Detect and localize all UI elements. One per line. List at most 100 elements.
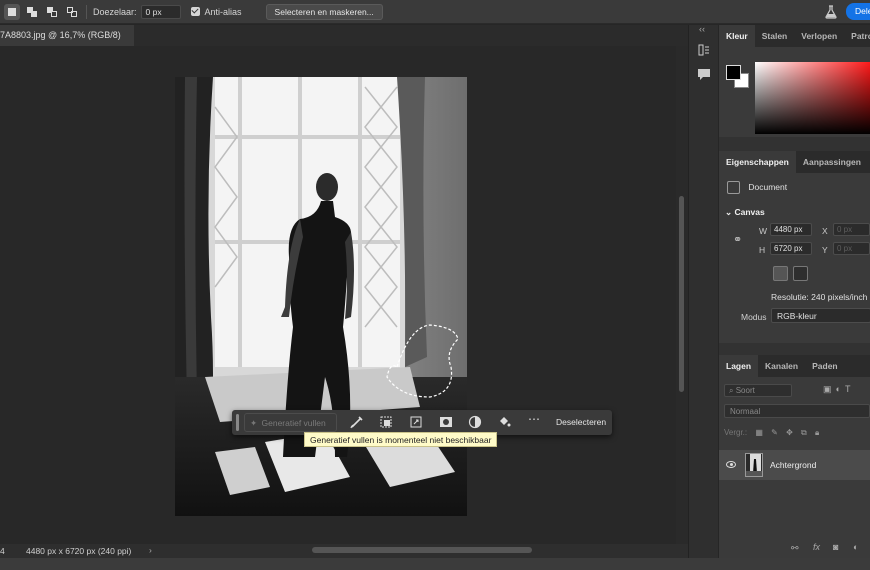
tab-properties[interactable]: Eigenschappen — [719, 151, 796, 173]
layer-filter-select[interactable]: ⌕ Soort — [724, 384, 792, 397]
layer-name[interactable]: Achtergrond — [770, 460, 816, 470]
document-tab-title: 7A8803.jpg @ 16,7% (RGB/8) — [0, 30, 121, 40]
layer-row[interactable]: Achtergrond — [719, 450, 870, 480]
right-panels: Kleur Stalen Verlopen Patro Eigenschappe… — [719, 25, 870, 558]
properties-panel: Document ⌄ Canvas W 4480 px X 0 px ⚭ H 6… — [719, 173, 870, 343]
panel-icon-column: ‹‹ — [688, 24, 718, 558]
link-layers-icon[interactable]: ⚯ — [791, 543, 799, 554]
new-selection-icon[interactable] — [4, 3, 20, 20]
tab-layers[interactable]: Lagen — [719, 355, 759, 377]
intersect-selection-icon[interactable] — [64, 4, 80, 20]
status-bar: 4 4480 px x 6720 px (240 ppi) › — [0, 544, 688, 558]
properties-panel-tabs: Eigenschappen Aanpassingen B — [719, 151, 870, 173]
document-image[interactable] — [175, 77, 467, 516]
new-adjustment-icon[interactable]: ◐ — [853, 542, 858, 552]
fill-bucket-icon[interactable] — [497, 415, 511, 429]
canvas-section-header[interactable]: ⌄ Canvas — [725, 207, 765, 218]
width-label: W — [759, 226, 768, 236]
tab-swatches[interactable]: Stalen — [755, 25, 795, 47]
mode-label: Modus — [741, 312, 767, 322]
zoom-level[interactable]: 4 — [0, 546, 5, 556]
lock-position-icon[interactable]: ✥ — [786, 428, 793, 437]
foreground-color-swatch[interactable] — [726, 65, 741, 80]
document-tab[interactable]: 7A8803.jpg @ 16,7% (RGB/8) — [0, 25, 134, 46]
tab-color[interactable]: Kleur — [719, 25, 755, 47]
flask-icon[interactable] — [825, 5, 837, 19]
x-label: X — [822, 226, 828, 236]
color-picker-field[interactable] — [755, 62, 870, 134]
eye-icon[interactable] — [726, 461, 736, 468]
layer-filter-value: Soort — [735, 386, 755, 395]
lock-label: Vergr.: — [724, 428, 748, 437]
fx-icon[interactable]: fx — [813, 542, 820, 552]
chevron-right-icon[interactable]: › — [149, 545, 152, 555]
layers-footer: ⚯ fx ◙ ◐ — [719, 540, 870, 558]
options-bar: Doezelaar: 0 px Anti-alias Selecteren en… — [0, 0, 870, 24]
sparkle-icon: ✦ — [250, 418, 258, 428]
landscape-orientation-icon[interactable] — [793, 266, 808, 281]
layer-filter-icons[interactable]: ▣◐T — [823, 384, 854, 395]
divider — [86, 4, 87, 19]
collapse-panels-icon[interactable]: ‹‹ — [699, 24, 705, 34]
scrollbar-thumb[interactable] — [312, 547, 532, 553]
mask-icon[interactable] — [439, 415, 453, 429]
add-to-selection-icon[interactable] — [24, 4, 40, 20]
bottom-bar — [0, 558, 870, 570]
tab-paths[interactable]: Paden — [805, 355, 845, 377]
tab-gradients[interactable]: Verlopen — [794, 25, 844, 47]
add-mask-icon[interactable]: ◙ — [833, 542, 838, 552]
photo-illustration — [175, 77, 467, 516]
generative-fill-button[interactable]: ✦ Generatief vullen — [244, 413, 337, 432]
document-tab-bar: 7A8803.jpg @ 16,7% (RGB/8) — [0, 25, 688, 46]
select-and-mask-button[interactable]: Selecteren en maskeren... — [265, 3, 383, 20]
document-row: Document — [727, 181, 787, 194]
generative-fill-label: Generatief vullen — [261, 418, 326, 428]
adjustment-layer-icon[interactable] — [468, 415, 482, 429]
lock-paint-icon[interactable]: ✎ — [771, 428, 778, 437]
more-options-icon[interactable]: ⋯ — [528, 412, 540, 426]
blend-mode-select[interactable]: Normaal — [724, 404, 870, 418]
lock-pixels-icon[interactable]: ▦ — [755, 428, 763, 437]
vertical-scrollbar[interactable] — [676, 46, 688, 544]
layer-thumbnail — [745, 453, 763, 477]
deselect-button[interactable]: Deselecteren — [556, 417, 606, 427]
feather-label: Doezelaar: — [93, 6, 137, 17]
share-button[interactable]: Dele — [846, 3, 870, 20]
document-dimensions: 4480 px x 6720 px (240 ppi) — [26, 546, 132, 556]
height-label: H — [759, 245, 766, 255]
link-icon[interactable]: ⚭ — [733, 233, 742, 246]
width-field[interactable]: 4480 px — [770, 223, 812, 236]
y-label: Y — [822, 245, 828, 255]
layers-panel: ⌕ Soort ▣◐T Normaal Vergr.: ▦ ✎ ✥ ⧉ 🔒︎ A… — [719, 377, 870, 558]
lock-artboard-icon[interactable]: ⧉ — [801, 428, 807, 437]
search-icon: ⌕ — [729, 386, 736, 395]
invert-selection-icon[interactable] — [379, 415, 393, 429]
antialias-checkbox[interactable] — [190, 7, 200, 16]
mode-select[interactable]: RGB-kleur — [771, 308, 870, 323]
feather-input[interactable]: 0 px — [140, 4, 181, 19]
horizontal-scrollbar[interactable] — [160, 547, 676, 554]
canvas-section-label: Canvas — [734, 207, 765, 217]
lock-row: Vergr.: ▦ ✎ ✥ ⧉ 🔒︎ — [724, 428, 819, 438]
y-field[interactable]: 0 px — [833, 242, 870, 255]
layers-panel-tabs: Lagen Kanalen Paden — [719, 355, 870, 377]
tab-adjustments[interactable]: Aanpassingen — [796, 151, 868, 173]
x-field[interactable]: 0 px — [833, 223, 870, 236]
antialias-label: Anti-alias — [204, 6, 242, 17]
height-field[interactable]: 6720 px — [770, 242, 812, 255]
color-panel — [719, 47, 870, 137]
history-icon[interactable] — [697, 43, 711, 57]
transform-selection-icon[interactable] — [409, 415, 423, 429]
tooltip: Generatief vullen is momenteel niet besc… — [304, 432, 498, 447]
document-label: Document — [748, 181, 788, 192]
scrollbar-thumb[interactable] — [679, 196, 684, 392]
brush-select-icon[interactable] — [350, 415, 364, 429]
document-icon — [727, 181, 740, 194]
tab-patterns[interactable]: Patro — [844, 25, 870, 47]
lock-all-icon[interactable]: 🔒︎ — [815, 428, 819, 437]
drag-handle[interactable] — [236, 414, 239, 431]
comments-icon[interactable] — [697, 67, 711, 81]
portrait-orientation-icon[interactable] — [773, 266, 788, 281]
subtract-from-selection-icon[interactable] — [44, 4, 60, 20]
tab-channels[interactable]: Kanalen — [758, 355, 805, 377]
